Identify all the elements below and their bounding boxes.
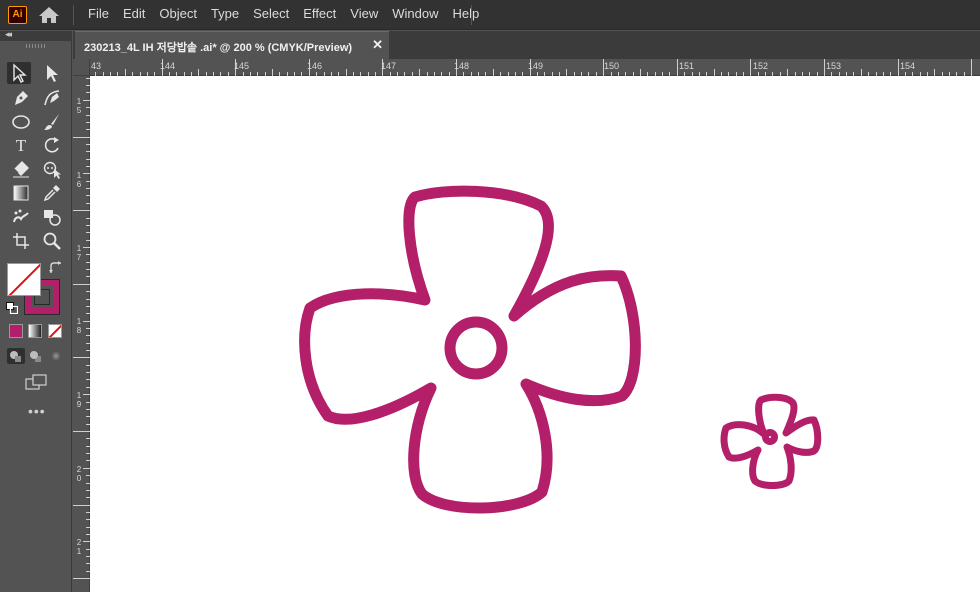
menu-help[interactable]: Help bbox=[445, 0, 486, 30]
artboard-canvas[interactable] bbox=[90, 76, 980, 592]
pen-tool-icon[interactable] bbox=[9, 87, 33, 109]
draw-inside-icon[interactable] bbox=[47, 348, 65, 364]
ruler-label: 152 bbox=[753, 61, 769, 71]
menu-file[interactable]: File bbox=[81, 0, 116, 30]
gradient-tool-icon[interactable] bbox=[9, 182, 33, 204]
collapse-panel-icon[interactable]: ◂◂ bbox=[5, 29, 12, 40]
symbol-sprayer-tool-icon[interactable] bbox=[9, 206, 33, 228]
menu-bar: Ai File Edit Object Type Select Effect V… bbox=[0, 0, 980, 30]
tools-panel: ◂◂ T ••• bbox=[0, 29, 72, 592]
eyedropper-tool-icon[interactable] bbox=[40, 182, 64, 204]
artboard-tool-icon[interactable] bbox=[9, 230, 33, 252]
menu-type[interactable]: Type bbox=[204, 0, 246, 30]
menu-select[interactable]: Select bbox=[246, 0, 296, 30]
ruler-label: 21 bbox=[76, 538, 82, 556]
vertical-ruler[interactable]: 15 16 17 18 19 20 21 bbox=[73, 76, 90, 592]
paintbrush-tool-icon[interactable] bbox=[40, 111, 64, 133]
menu-object[interactable]: Object bbox=[152, 0, 204, 30]
ruler-label: 144 bbox=[160, 61, 176, 71]
tools-panel-header: ◂◂ bbox=[0, 29, 72, 41]
default-fill-stroke-icon[interactable] bbox=[6, 301, 19, 315]
none-mode-swatch[interactable] bbox=[48, 324, 62, 338]
type-tool-icon[interactable]: T bbox=[9, 134, 33, 156]
document-tab-bar: 230213_4L IH 저당밥솥 .ai* @ 200 % (CMYK/Pre… bbox=[73, 31, 980, 59]
svg-text:T: T bbox=[16, 136, 27, 155]
ruler-label: 19 bbox=[76, 391, 82, 409]
menu-window[interactable]: Window bbox=[385, 0, 445, 30]
ruler-label: 16 bbox=[76, 171, 82, 189]
panel-grip[interactable] bbox=[26, 44, 46, 48]
ruler-label: 43 bbox=[91, 61, 102, 71]
ruler-label: 17 bbox=[76, 244, 82, 262]
ruler-origin[interactable] bbox=[73, 59, 90, 76]
main-menu: File Edit Object Type Select Effect View… bbox=[81, 0, 486, 30]
ruler-label: 154 bbox=[900, 61, 916, 71]
draw-normal-icon[interactable] bbox=[7, 348, 25, 364]
flower-large-center[interactable] bbox=[444, 316, 508, 380]
ruler-label: 147 bbox=[381, 61, 397, 71]
home-icon[interactable] bbox=[37, 5, 61, 25]
color-mode-swatch[interactable] bbox=[9, 324, 23, 338]
ruler-label: 153 bbox=[826, 61, 842, 71]
shape-builder-tool-icon[interactable] bbox=[40, 206, 64, 228]
edit-toolbar-button[interactable]: ••• bbox=[28, 403, 46, 419]
curvature-tool-icon[interactable] bbox=[40, 87, 64, 109]
horizontal-ruler[interactable]: 43 144 145 146 147 148 149 150 151 152 1… bbox=[90, 59, 980, 76]
selection-tool-icon[interactable] bbox=[7, 62, 31, 84]
ruler-label: 20 bbox=[76, 465, 82, 483]
menu-divider bbox=[73, 5, 74, 25]
illustrator-logo: Ai bbox=[8, 6, 27, 24]
ellipse-tool-icon[interactable] bbox=[9, 111, 33, 133]
puppet-warp-tool-icon[interactable] bbox=[40, 158, 64, 180]
ruler-label: 150 bbox=[604, 61, 620, 71]
ruler-label: 149 bbox=[528, 61, 544, 71]
swap-fill-stroke-icon[interactable] bbox=[49, 261, 63, 275]
screen-mode-icon[interactable] bbox=[24, 373, 48, 391]
document-tab[interactable]: 230213_4L IH 저당밥솥 .ai* @ 200 % (CMYK/Pre… bbox=[75, 31, 389, 59]
eraser-tool-icon[interactable] bbox=[9, 158, 33, 180]
gradient-mode-swatch[interactable] bbox=[28, 324, 42, 338]
flower-large[interactable] bbox=[299, 185, 641, 514]
menu-effect[interactable]: Effect bbox=[296, 0, 343, 30]
rotate-tool-icon[interactable] bbox=[40, 134, 64, 156]
flower-small[interactable] bbox=[720, 393, 822, 489]
document-tab-title: 230213_4L IH 저당밥솥 .ai* @ 200 % (CMYK/Pre… bbox=[84, 42, 353, 54]
flower-large-outline[interactable] bbox=[299, 185, 641, 514]
ruler-label: 15 bbox=[76, 97, 82, 115]
menu-edit[interactable]: Edit bbox=[116, 0, 152, 30]
ruler-label: 148 bbox=[454, 61, 470, 71]
ruler-label: 146 bbox=[307, 61, 323, 71]
zoom-tool-icon[interactable] bbox=[40, 230, 64, 252]
menu-divider bbox=[471, 5, 472, 25]
flower-small-center[interactable] bbox=[762, 429, 778, 445]
draw-behind-icon[interactable] bbox=[27, 348, 45, 364]
ruler-label: 145 bbox=[234, 61, 250, 71]
menu-view[interactable]: View bbox=[343, 0, 385, 30]
direct-selection-tool-icon[interactable] bbox=[40, 62, 64, 84]
ruler-label: 18 bbox=[76, 317, 82, 335]
ruler-label: 151 bbox=[679, 61, 695, 71]
fill-swatch[interactable] bbox=[7, 263, 41, 296]
close-tab-icon[interactable]: ✕ bbox=[372, 37, 383, 53]
